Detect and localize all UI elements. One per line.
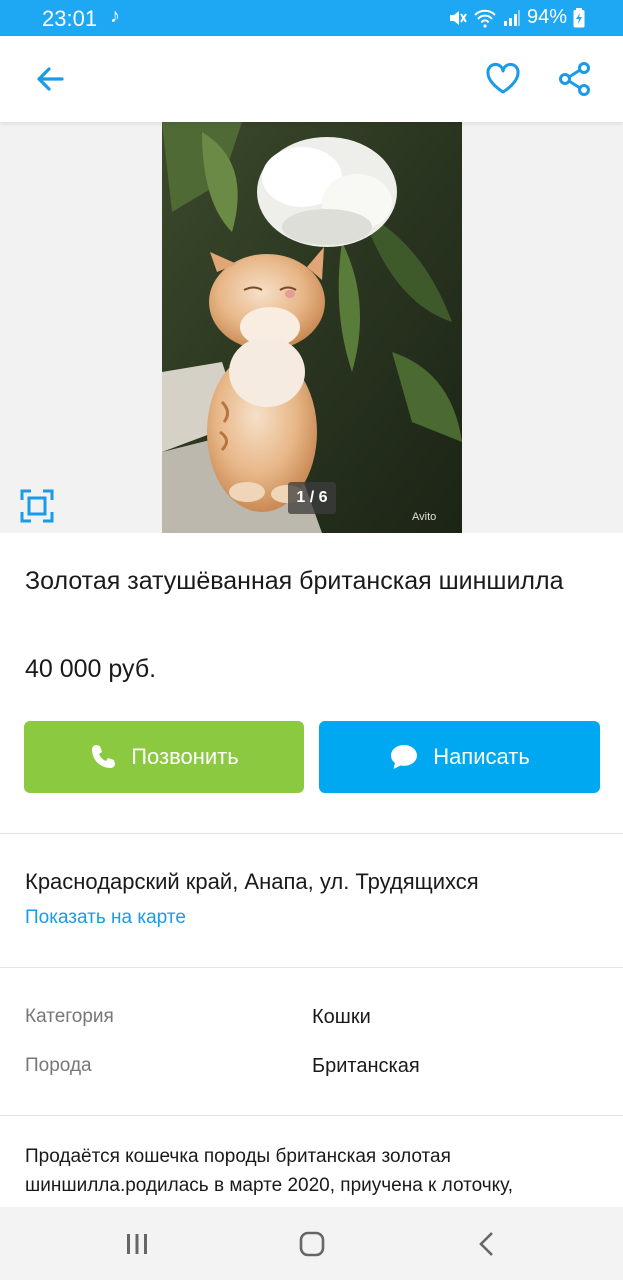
share-icon [559, 62, 590, 96]
call-button[interactable]: Позвонить [24, 721, 304, 793]
fullscreen-icon [20, 489, 54, 523]
top-app-bar [0, 36, 623, 122]
battery-percent: 94% [526, 6, 567, 28]
status-bar: 23:01 ♪ 94% [0, 0, 623, 36]
param-value-breed: Британская [312, 1055, 420, 1077]
recents-button[interactable] [124, 1232, 150, 1261]
watermark-text: Avito [412, 511, 437, 523]
heart-icon [486, 62, 520, 94]
photo-counter: 1 / 6 [288, 482, 336, 514]
photo-gallery[interactable]: 1 / 6 Avito [0, 122, 623, 533]
status-time: 23:01 [42, 6, 98, 31]
system-back-button[interactable] [477, 1231, 497, 1262]
music-note-icon: ♪ [110, 5, 120, 27]
show-on-map-link[interactable]: Показать на карте [25, 907, 186, 929]
divider [0, 967, 623, 968]
chat-bubble-icon [391, 745, 418, 769]
home-icon [299, 1231, 325, 1257]
status-indicators: 94% [447, 6, 585, 29]
battery-charging-icon [573, 7, 585, 27]
back-button[interactable] [32, 61, 68, 97]
home-button[interactable] [299, 1231, 325, 1262]
listing-price: 40 000 руб. [25, 655, 157, 683]
listing-title: Золотая затушёванная британская шиншилла [25, 567, 564, 595]
fullscreen-button[interactable] [20, 489, 54, 523]
listing-photo[interactable] [162, 122, 462, 533]
signal-icon [503, 9, 520, 26]
write-button-label: Написать [433, 744, 530, 769]
arrow-left-icon [37, 67, 64, 91]
divider [0, 1115, 623, 1116]
share-button[interactable] [557, 60, 593, 98]
divider [0, 833, 623, 834]
listing-description: Продаётся кошечка породы британская золо… [25, 1146, 514, 1196]
avito-watermark: Avito [412, 511, 436, 523]
param-label-category: Категория [25, 1006, 114, 1027]
call-button-label: Позвонить [131, 744, 239, 769]
param-label-breed: Порода [25, 1055, 92, 1076]
wifi-icon [474, 9, 496, 28]
phone-icon [92, 745, 116, 768]
mute-icon [449, 10, 467, 25]
chevron-left-icon [479, 1232, 493, 1256]
address-text: Краснодарский край, Анапа, ул. Трудящихс… [25, 869, 479, 894]
system-nav-bar [0, 1207, 623, 1280]
recents-icon [127, 1234, 147, 1254]
param-value-category: Кошки [312, 1006, 371, 1028]
favorite-button[interactable] [484, 60, 522, 98]
write-button[interactable]: Написать [319, 721, 600, 793]
